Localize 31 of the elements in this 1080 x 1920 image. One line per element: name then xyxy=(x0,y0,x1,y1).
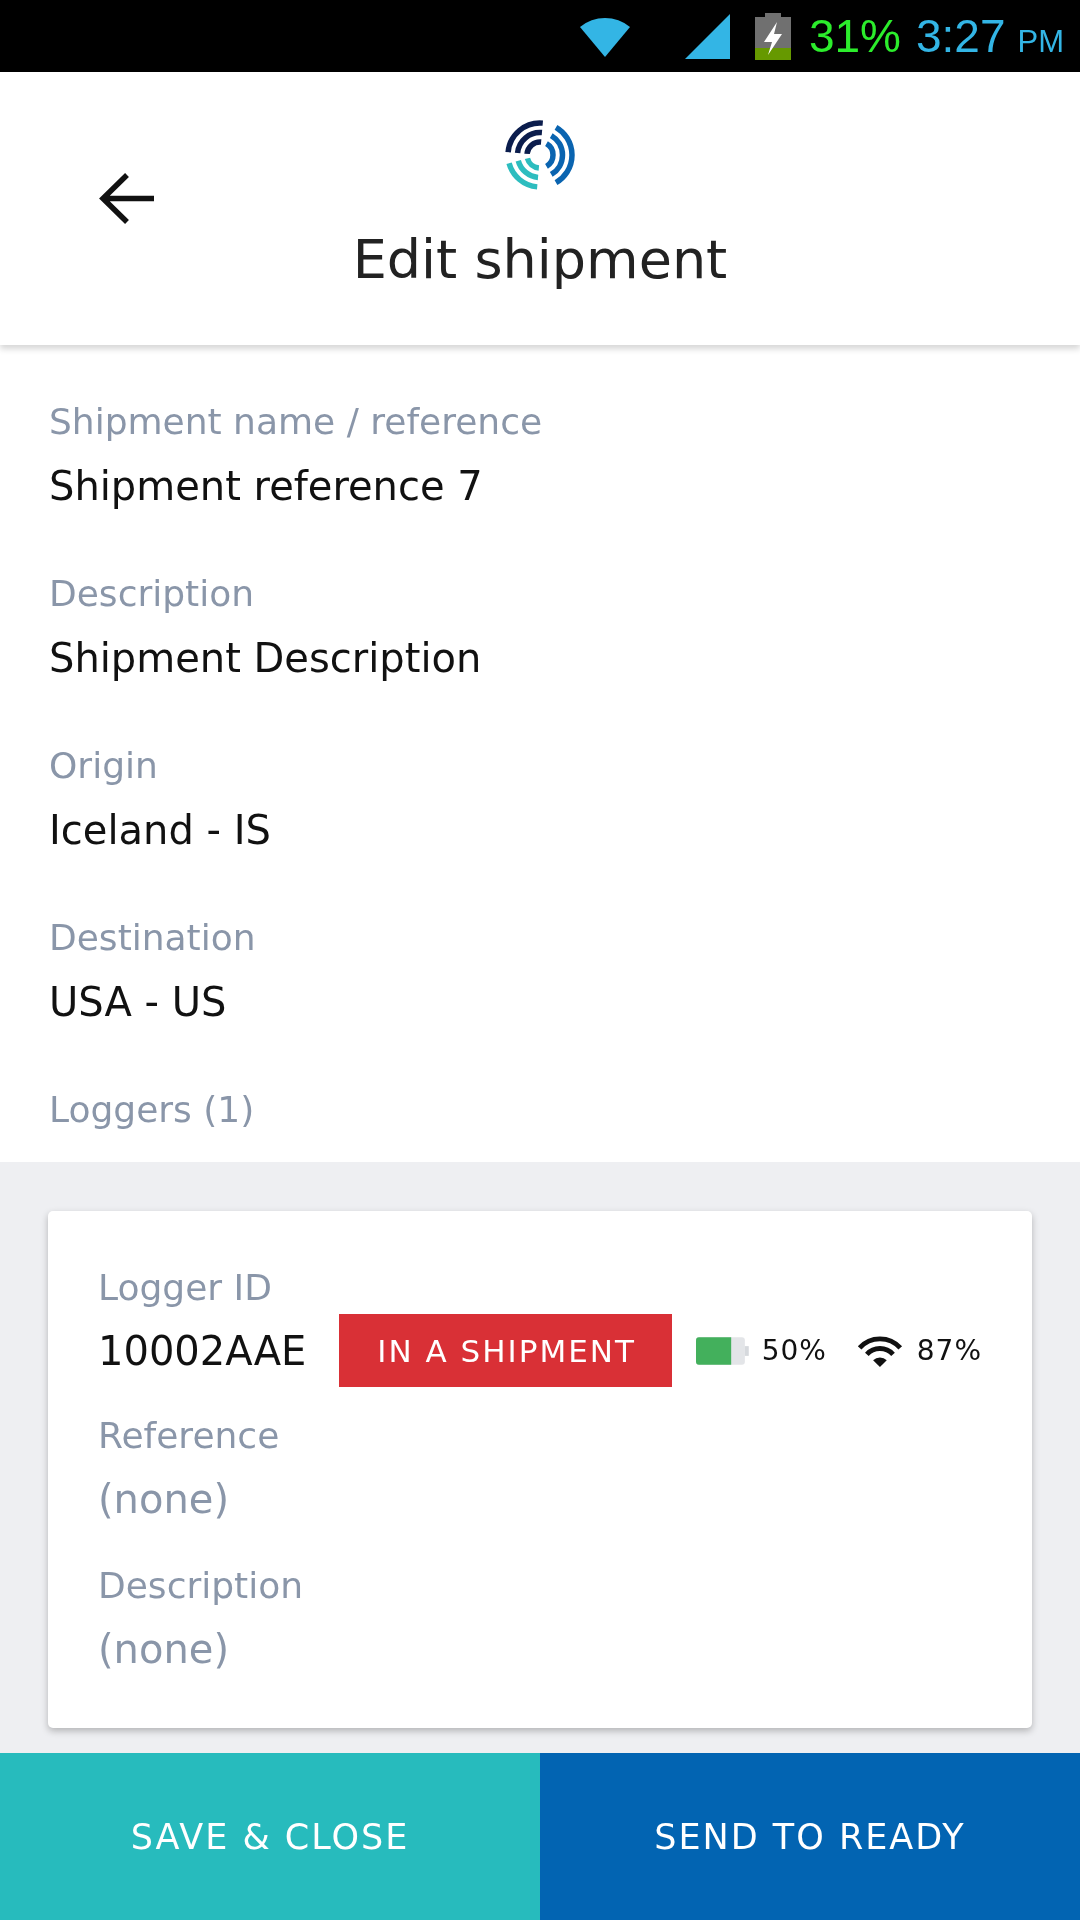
field-label: Destination xyxy=(49,916,257,960)
screen-title: Edit shipment xyxy=(352,228,728,292)
battery-icon xyxy=(695,1336,749,1365)
field-label: Logger ID xyxy=(98,1266,273,1310)
section-label: Loggers (1) xyxy=(49,1088,256,1132)
field-label: Description xyxy=(49,572,256,616)
field-value: (none) xyxy=(98,1625,230,1674)
logger-card[interactable]: Logger ID 10002AAE IN A SHIPMENT 50% 87% Reference (none) Description (none) xyxy=(48,1211,1032,1728)
field-label: Shipment name / reference xyxy=(49,400,544,444)
wifi-icon xyxy=(578,15,631,57)
clock-time: 3:27 xyxy=(915,10,1006,62)
cell-signal-icon xyxy=(684,13,730,59)
logo-icon xyxy=(505,120,575,190)
logger-id-text: 10002AAE xyxy=(98,1326,307,1376)
battery-percent-text: 31% xyxy=(808,10,901,62)
field-label: Description xyxy=(98,1564,305,1608)
field-value: Shipment Description xyxy=(49,634,483,683)
field-value: USA - US xyxy=(49,978,228,1027)
wifi-signal-icon xyxy=(855,1333,904,1368)
signal-strength-text: 87% xyxy=(916,1332,982,1369)
back-arrow-icon xyxy=(98,171,155,225)
field-value: Shipment reference 7 xyxy=(49,462,484,511)
clock-meridiem: PM xyxy=(1017,24,1064,60)
field-label: Reference xyxy=(98,1414,281,1458)
field-value: Iceland - IS xyxy=(49,806,272,855)
battery-charging-icon xyxy=(754,12,791,60)
battery-level-text: 50% xyxy=(761,1332,827,1369)
status-badge: IN A SHIPMENT xyxy=(339,1314,672,1387)
primary-action-button[interactable]: SEND TO READY xyxy=(540,1753,1080,1920)
field-value: (none) xyxy=(98,1475,230,1524)
field-label: Origin xyxy=(49,744,159,788)
